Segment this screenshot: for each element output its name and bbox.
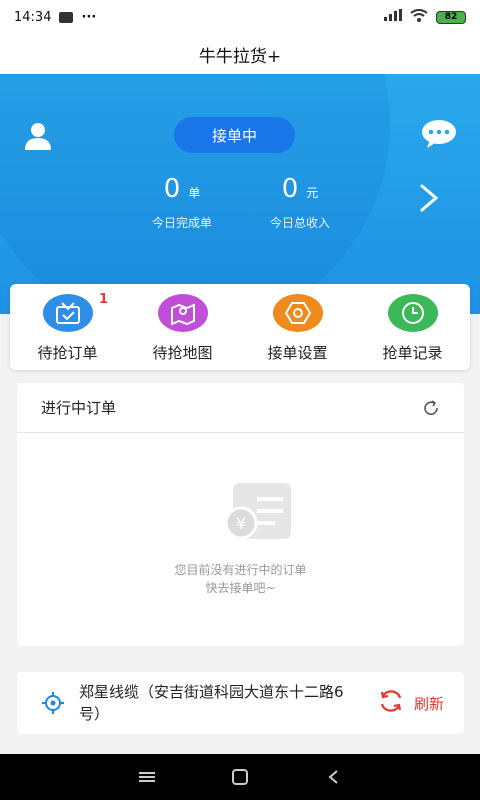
empty-orders-message: 您目前没有进行中的订单 — [174, 563, 307, 577]
income-stat: 0元 今日总收入 — [248, 174, 352, 231]
current-location-card: 郑星线缆（安吉街道科园大道东十二路6号） 刷新 — [17, 672, 464, 734]
order-box-icon — [42, 294, 93, 332]
battery-icon: 82 — [436, 10, 466, 24]
message-icon — [59, 11, 74, 23]
status-dots: ··· — [81, 9, 97, 25]
quick-action-grab-records[interactable]: 抢单记录 — [355, 284, 470, 370]
orders-header: 进行中订单 — [17, 383, 464, 433]
back-icon[interactable] — [323, 767, 343, 787]
refresh-icon — [378, 690, 404, 716]
signal-icon — [384, 9, 402, 25]
refresh-label: 刷新 — [414, 694, 445, 713]
orders-in-progress-card: 进行中订单 ¥ 您目前没有进行中的订单 快去接单吧~ — [17, 383, 464, 646]
menu-icon[interactable] — [137, 767, 157, 787]
orders-title: 进行中订单 — [41, 399, 117, 417]
chat-message-icon[interactable] — [420, 118, 458, 150]
pending-orders-badge: 1 — [99, 292, 109, 307]
map-pin-icon — [157, 294, 208, 332]
income-label: 今日总收入 — [269, 216, 330, 230]
settings-hex-icon — [272, 294, 323, 332]
location-crosshair-icon — [41, 691, 65, 715]
quick-action-label: 抢单记录 — [382, 344, 443, 362]
chevron-right-icon[interactable] — [416, 182, 442, 214]
quick-action-label: 待抢地图 — [152, 344, 213, 362]
wifi-icon — [410, 8, 428, 26]
quick-actions-card: 1 待抢订单 待抢地图 接单设置 抢单记录 — [10, 284, 470, 370]
status-bar: 14:34 ··· 82 — [0, 0, 480, 34]
quick-action-label: 接单设置 — [267, 344, 328, 362]
system-navigation-bar — [0, 754, 480, 800]
income-unit: 元 — [306, 186, 319, 200]
current-address: 郑星线缆（安吉街道科园大道东十二路6号） — [79, 683, 344, 723]
quick-action-label: 待抢订单 — [37, 344, 98, 362]
hero-panel: 接单中 0单 今日完成单 0元 今日总收入 — [0, 74, 480, 314]
refresh-location-button[interactable]: 刷新 — [378, 690, 444, 716]
empty-orders-hint: 快去接单吧~ — [205, 581, 276, 595]
home-icon[interactable] — [230, 767, 250, 787]
completed-orders-stat: 0单 今日完成单 — [130, 174, 234, 231]
completed-unit: 单 — [188, 186, 201, 200]
app-title-bar: 牛牛拉货+ — [0, 34, 480, 74]
quick-action-pending-orders[interactable]: 1 待抢订单 — [10, 284, 125, 370]
svg-text:¥: ¥ — [236, 514, 246, 533]
accepting-orders-toggle[interactable]: 接单中 — [174, 117, 295, 153]
empty-orders-illustration: ¥ — [221, 483, 295, 543]
refresh-icon[interactable] — [422, 399, 440, 417]
user-profile-icon[interactable] — [22, 120, 54, 152]
quick-action-pending-map[interactable]: 待抢地图 — [125, 284, 240, 370]
completed-label: 今日完成单 — [151, 216, 212, 230]
quick-action-order-settings[interactable]: 接单设置 — [240, 284, 355, 370]
status-time: 14:34 — [14, 9, 52, 25]
income-amount: 0 — [281, 174, 299, 204]
completed-count: 0 — [163, 174, 181, 204]
clock-icon — [387, 294, 438, 332]
page-title: 牛牛拉货+ — [198, 46, 282, 67]
